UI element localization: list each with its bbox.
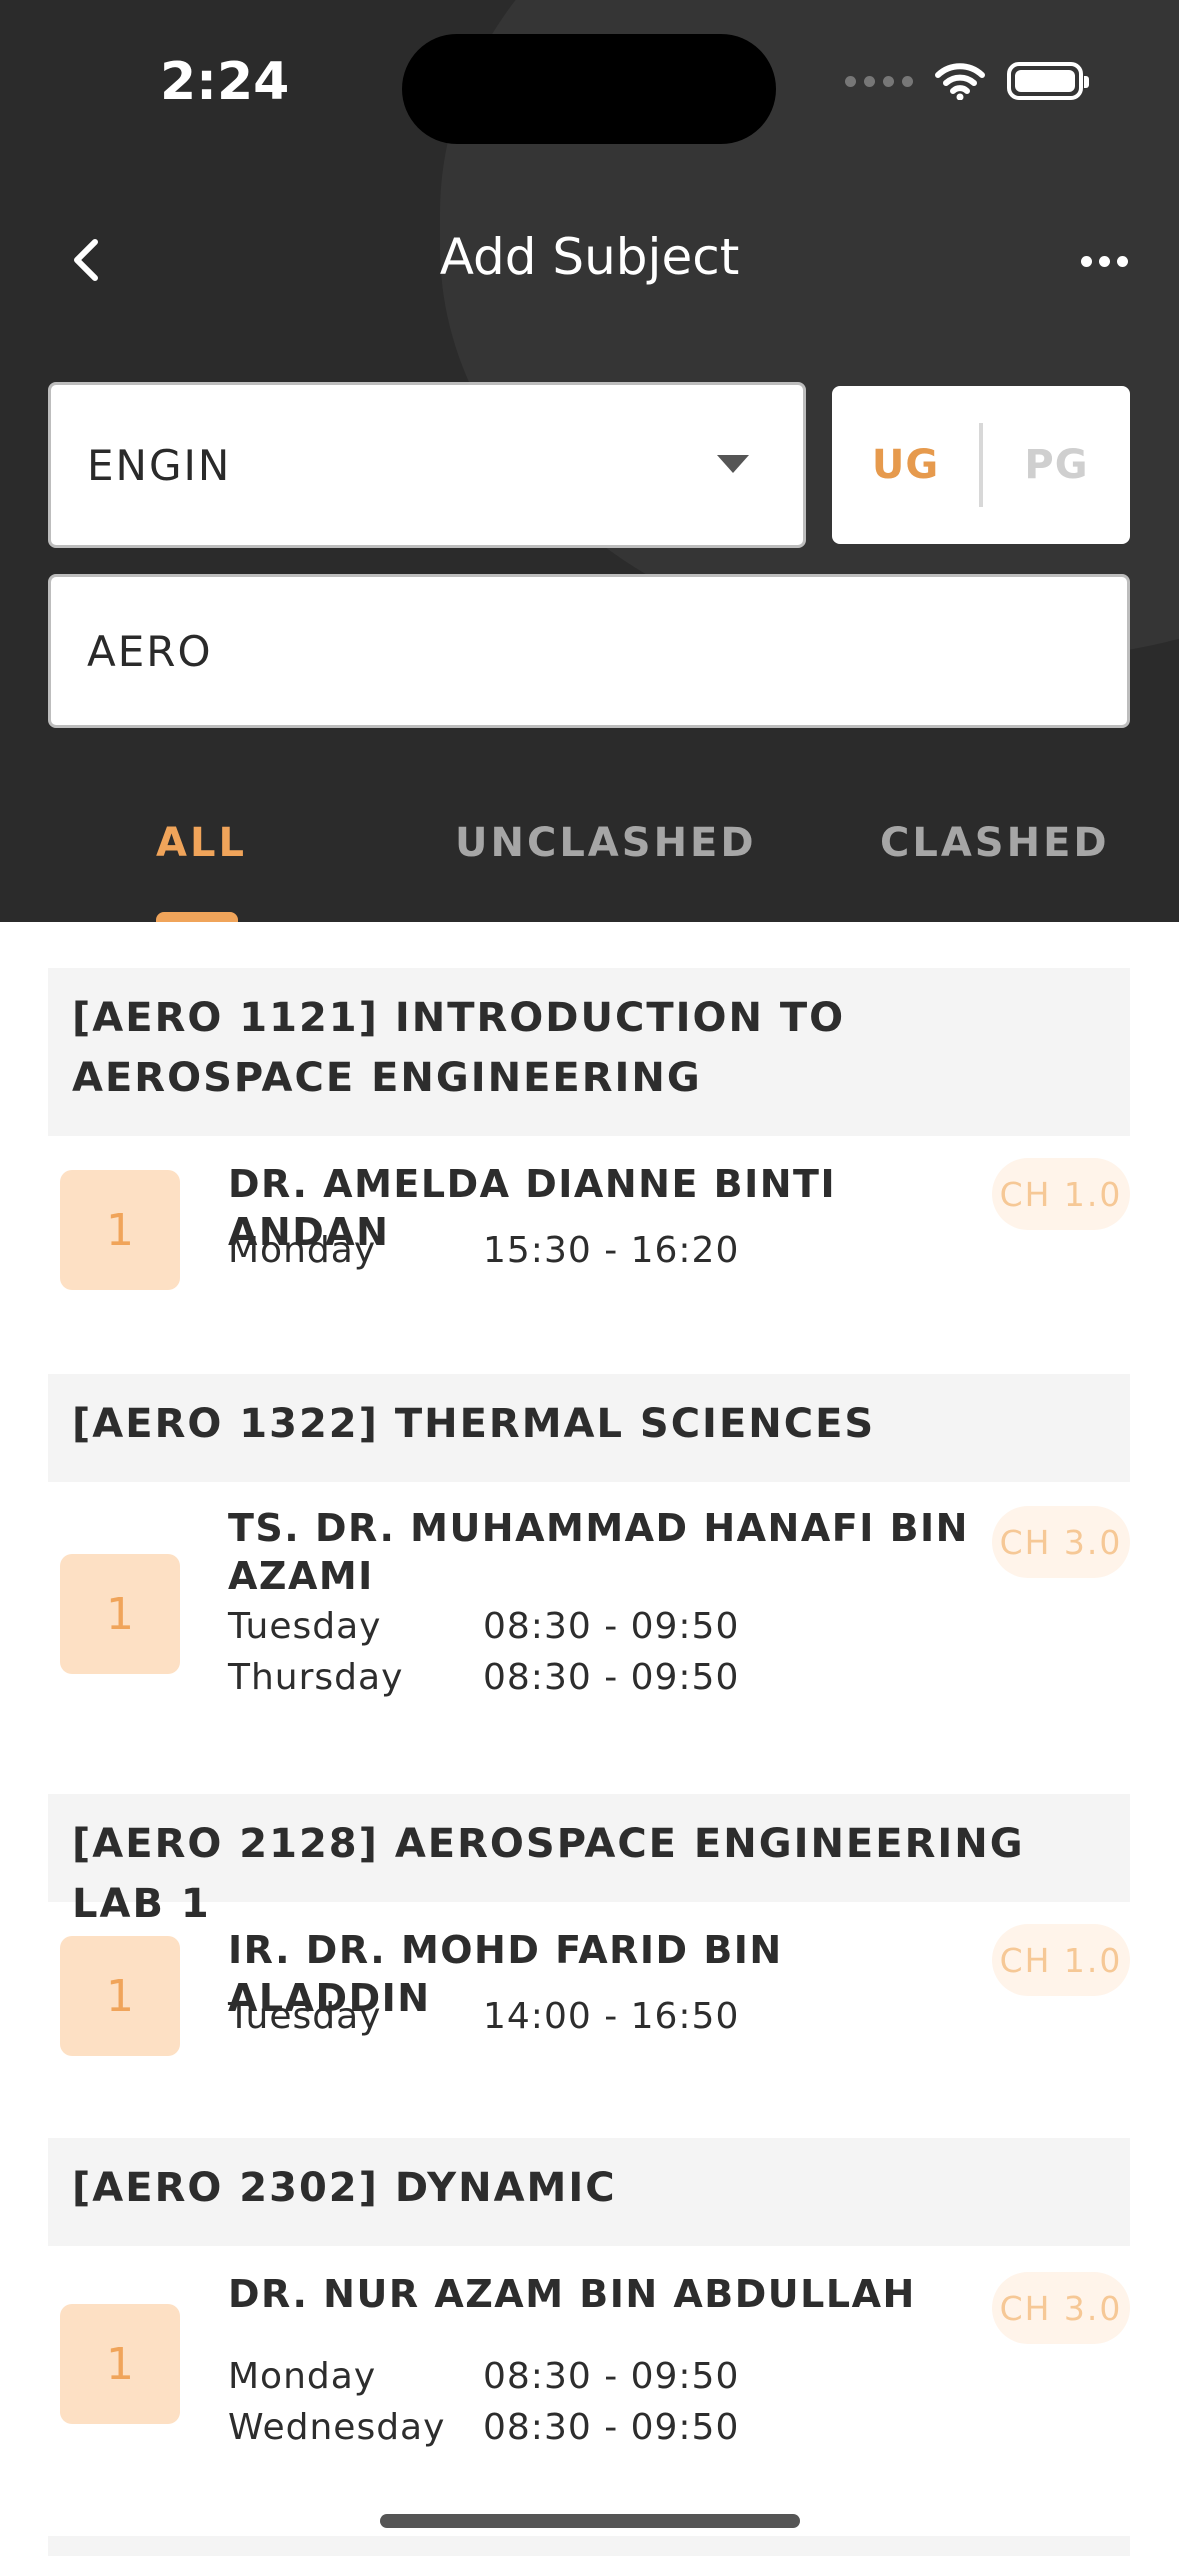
- course-header: [AERO 1121] INTRODUCTION TO AEROSPACE EN…: [48, 968, 1130, 1136]
- home-indicator[interactable]: [380, 2514, 800, 2528]
- filter-tabs: ALL UNCLASHED CLASHED: [0, 800, 1179, 922]
- credit-hours-badge: CH 3.0: [992, 1506, 1130, 1578]
- wifi-icon: [935, 63, 985, 100]
- status-icons: [845, 62, 1089, 100]
- section-badge: 1: [60, 1170, 180, 1290]
- credit-hours-badge: CH 1.0: [992, 1158, 1130, 1230]
- schedule-slot: Tuesday 08:30 - 09:50: [228, 1606, 739, 1647]
- tab-all[interactable]: ALL: [156, 820, 247, 866]
- slot-time: 08:30 - 09:50: [483, 2407, 740, 2448]
- section-badge: 1: [60, 1936, 180, 2056]
- slot-time: 08:30 - 09:50: [483, 1606, 740, 1647]
- slot-day: Tuesday: [228, 1606, 382, 1647]
- more-dot-icon: [1116, 255, 1128, 267]
- course-header: [AERO 2302] DYNAMIC: [48, 2138, 1130, 2246]
- slot-day: Monday: [228, 2356, 377, 2397]
- course-header: [AERO 2128] AEROSPACE ENGINEERING LAB 1: [48, 1794, 1130, 1927]
- slot-time: 14:00 - 16:50: [483, 1996, 740, 2037]
- credit-hours-badge: CH 1.0: [992, 1924, 1130, 1996]
- more-dot-icon: [1098, 255, 1110, 267]
- course-header: [AERO 1322] THERMAL SCIENCES: [48, 1374, 1130, 1482]
- course-section-row[interactable]: 1 TS. DR. MUHAMMAD HANAFI BIN AZAMI Tues…: [48, 1482, 1130, 1794]
- lecturer-name: DR. NUR AZAM BIN ABDULLAH: [228, 2272, 916, 2316]
- search-input[interactable]: AERO: [48, 574, 1130, 728]
- app-header: 2:24 Add Subject ENGIN UG PG AERO ALL UN…: [0, 0, 1179, 922]
- slot-time: 15:30 - 16:20: [483, 1230, 740, 1271]
- department-dropdown[interactable]: ENGIN: [48, 382, 806, 548]
- course-section-row[interactable]: 1 DR. NUR AZAM BIN ABDULLAH Monday 08:30 …: [48, 2246, 1130, 2530]
- next-course-header-peek: [48, 2536, 1130, 2556]
- section-badge: 1: [60, 1554, 180, 1674]
- dropdown-arrow-icon: [717, 455, 749, 473]
- schedule-slot: Monday 08:30 - 09:50: [228, 2356, 739, 2397]
- schedule-slot: Monday 15:30 - 16:20: [228, 1230, 739, 1271]
- active-tab-indicator: [156, 912, 238, 922]
- course-section-row[interactable]: 1 DR. AMELDA DIANNE BINTI ANDAN Monday 15…: [48, 1136, 1130, 1374]
- course-section-row[interactable]: 1 IR. DR. MOHD FARID BIN ALADDIN Tuesday…: [48, 1902, 1130, 2138]
- department-value: ENGIN: [87, 440, 232, 490]
- dynamic-island: [402, 34, 776, 144]
- more-dot-icon: [1080, 255, 1092, 267]
- schedule-slot: Tuesday 14:00 - 16:50: [228, 1996, 739, 2037]
- slot-day: Tuesday: [228, 1996, 382, 2037]
- tab-unclashed[interactable]: UNCLASHED: [455, 820, 757, 866]
- slot-time: 08:30 - 09:50: [483, 2356, 740, 2397]
- tab-clashed[interactable]: CLASHED: [880, 820, 1110, 866]
- slot-time: 08:30 - 09:50: [483, 1657, 740, 1698]
- schedule-slot: Wednesday 08:30 - 09:50: [228, 2407, 739, 2448]
- status-time: 2:24: [160, 52, 290, 112]
- page-title: Add Subject: [439, 228, 740, 286]
- schedule-slot: Thursday 08:30 - 09:50: [228, 1657, 739, 1698]
- slot-day: Monday: [228, 1230, 377, 1271]
- course-list: [AERO 1121] INTRODUCTION TO AEROSPACE EN…: [48, 968, 1130, 2530]
- cellular-signal-icon: [845, 75, 913, 87]
- slot-day: Wednesday: [228, 2407, 446, 2448]
- level-option-pg[interactable]: PG: [983, 442, 1130, 488]
- more-options-button[interactable]: [1069, 236, 1139, 286]
- level-option-ug[interactable]: UG: [832, 442, 979, 488]
- slot-day: Thursday: [228, 1657, 404, 1698]
- level-toggle[interactable]: UG PG: [832, 386, 1130, 544]
- lecturer-name: TS. DR. MUHAMMAD HANAFI BIN AZAMI: [228, 1506, 969, 1598]
- section-badge: 1: [60, 2304, 180, 2424]
- credit-hours-badge: CH 3.0: [992, 2272, 1130, 2344]
- battery-icon: [1007, 62, 1089, 100]
